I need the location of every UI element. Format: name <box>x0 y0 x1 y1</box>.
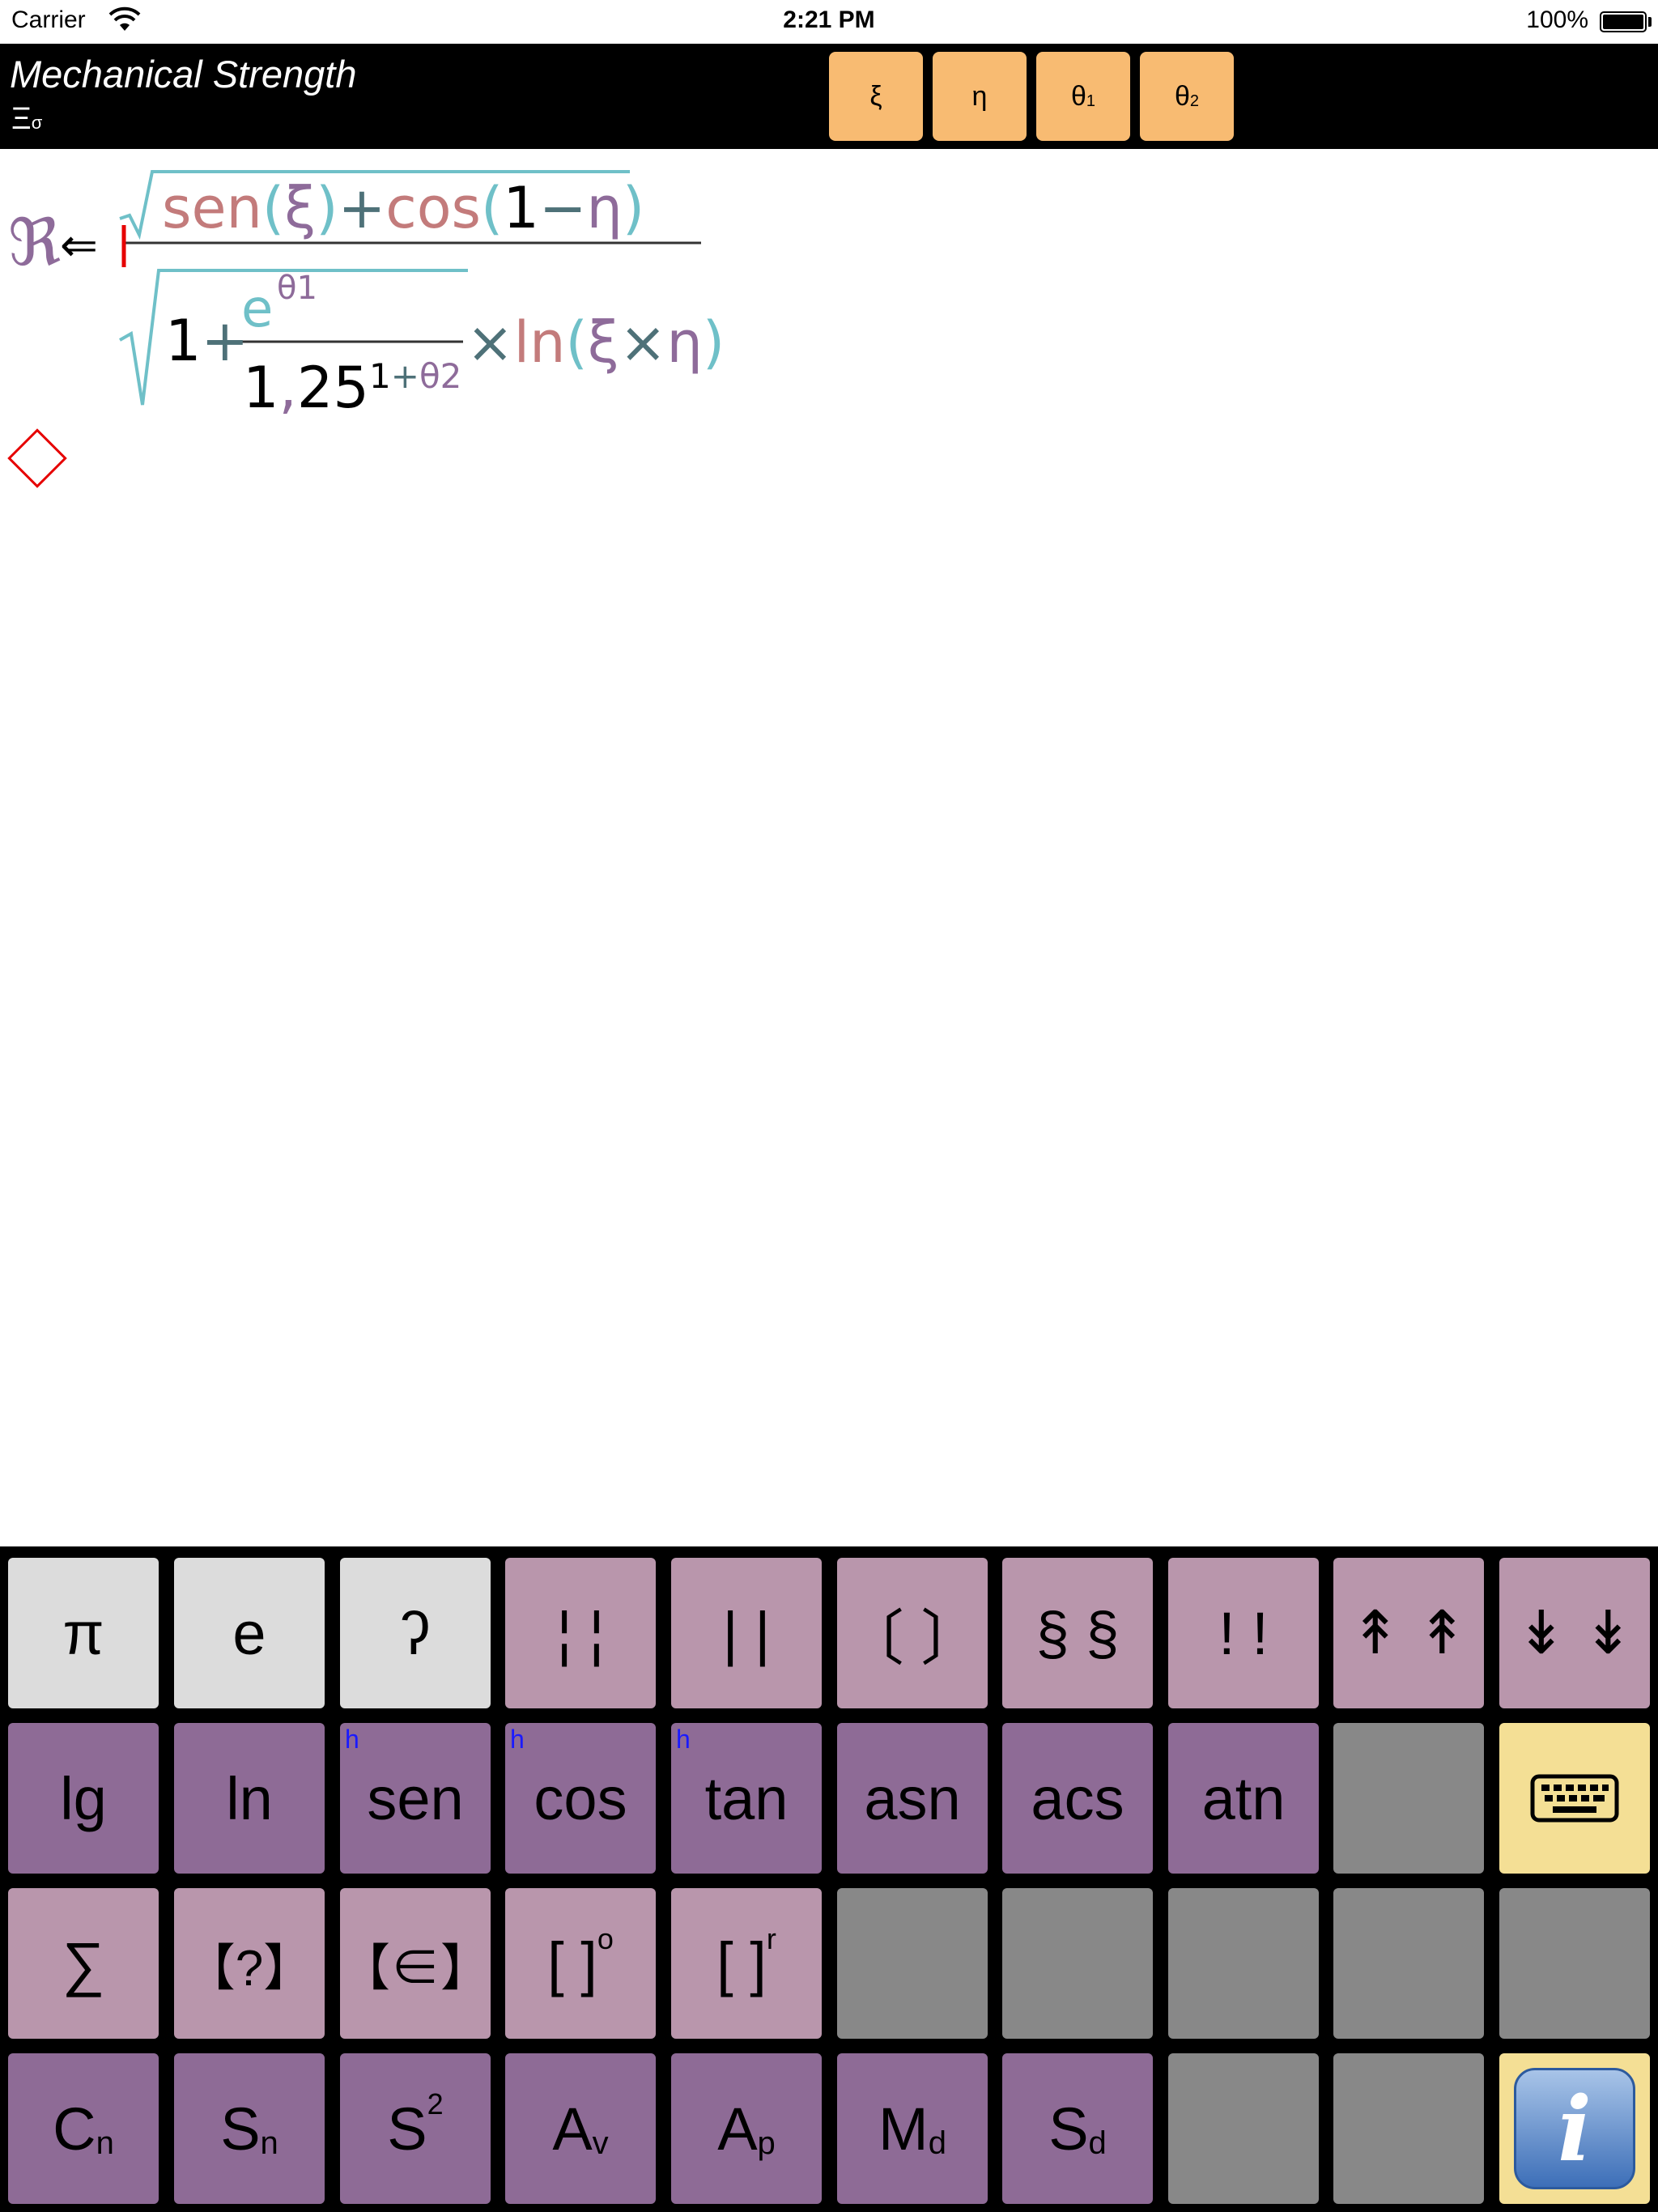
key-empty <box>1333 2053 1484 2204</box>
key-tortoise-brackets[interactable]: 〔 〕 <box>837 1558 988 1708</box>
key-cos[interactable]: h cos <box>505 1723 656 1874</box>
key-std-dev[interactable]: Sd <box>1002 2053 1153 2204</box>
key-empty <box>837 1888 988 2039</box>
app-title: Mechanical Strength <box>10 53 357 96</box>
key-info[interactable]: i <box>1499 2053 1650 2204</box>
key-tan[interactable]: h tan <box>671 1723 822 1874</box>
key-up-arrows[interactable]: ↟ ↟ <box>1333 1558 1484 1708</box>
key-median[interactable]: Md <box>837 2053 988 2204</box>
key-average[interactable]: Av <box>505 2053 656 2204</box>
formula-ln-term: ×ln(ξ×η) <box>466 309 725 376</box>
hyperbolic-mark: h <box>676 1725 691 1754</box>
key-pi[interactable]: π <box>8 1558 159 1708</box>
key-broken-bar[interactable]: ¦ ¦ <box>505 1558 656 1708</box>
formula-e: e <box>241 279 274 339</box>
formula-den-one: 1+ <box>165 308 249 374</box>
battery-tip <box>1648 17 1652 27</box>
keyboard-icon <box>1530 1774 1619 1823</box>
key-series-sum[interactable]: Sn <box>174 2053 325 2204</box>
key-empty <box>1168 1888 1319 2039</box>
key-query-bracket[interactable]: 【?】 <box>174 1888 325 2039</box>
key-factorial[interactable]: ! ! <box>1168 1558 1319 1708</box>
key-unknown[interactable]: ʔ <box>340 1558 491 1708</box>
key-radian-bracket[interactable]: [ ] r <box>671 1888 822 2039</box>
key-abs[interactable]: | | <box>671 1558 822 1708</box>
formula-base-exponent: 1+θ2 <box>369 356 462 396</box>
menu-button[interactable]: Ξσ <box>11 102 42 137</box>
variable-label: θ <box>1070 80 1086 112</box>
key-empty <box>1002 1888 1153 2039</box>
info-icon: i <box>1514 2068 1635 2189</box>
variable-label: ξ <box>869 80 882 112</box>
variable-button-eta[interactable]: η <box>933 52 1027 141</box>
hyperbolic-mark: h <box>345 1725 359 1754</box>
formula-lhs: ℜ <box>8 205 62 280</box>
key-acs[interactable]: acs <box>1002 1723 1153 1874</box>
key-combinations[interactable]: Cn <box>8 2053 159 2204</box>
key-asn[interactable]: asn <box>837 1723 988 1874</box>
key-empty <box>1333 1888 1484 2039</box>
battery-icon <box>1600 11 1647 32</box>
variable-sub: 2 <box>1189 91 1200 110</box>
clock: 2:21 PM <box>783 6 875 33</box>
menu-glyph-sub: σ <box>31 113 43 133</box>
key-empty <box>1499 1888 1650 2039</box>
formula-base: 1,25 <box>243 355 369 421</box>
variable-label: η <box>971 80 988 112</box>
variable-label: θ <box>1174 80 1190 112</box>
key-permutations[interactable]: Ap <box>671 2053 822 2204</box>
key-section[interactable]: § § <box>1002 1558 1153 1708</box>
key-e[interactable]: e <box>174 1558 325 1708</box>
header-bar: Mechanical Strength Ξσ ξ η θ1 θ2 <box>0 44 1658 149</box>
variable-sub: 1 <box>1086 91 1096 110</box>
variable-button-theta2[interactable]: θ2 <box>1140 52 1234 141</box>
status-bar: Carrier 2:21 PM 100% <box>0 0 1658 44</box>
key-variance[interactable]: S2 <box>340 2053 491 2204</box>
formula-arrow: ⇐ <box>60 219 98 272</box>
insertion-marker[interactable] <box>7 428 67 488</box>
key-ln[interactable]: ln <box>174 1723 325 1874</box>
formula-area[interactable]: ℜ ⇐ sen(ξ)+cos(1−η) 1+ e θ1 1,25 1+θ2 ×l… <box>0 154 729 429</box>
key-lg[interactable]: lg <box>8 1723 159 1874</box>
key-keyboard-toggle[interactable] <box>1499 1723 1650 1874</box>
key-sum[interactable]: ∑ <box>8 1888 159 2039</box>
hyperbolic-mark: h <box>510 1725 525 1754</box>
key-sen[interactable]: h sen <box>340 1723 491 1874</box>
variable-button-xi[interactable]: ξ <box>829 52 923 141</box>
formula-e-exponent: θ1 <box>277 270 317 307</box>
key-element-bracket[interactable]: 【∈】 <box>340 1888 491 2039</box>
key-empty <box>1168 2053 1319 2204</box>
battery-percentage: 100% <box>1526 6 1588 33</box>
key-down-arrows[interactable]: ↡ ↡ <box>1499 1558 1650 1708</box>
menu-glyph: Ξ <box>11 102 32 136</box>
key-empty <box>1333 1723 1484 1874</box>
variable-button-theta1[interactable]: θ1 <box>1036 52 1130 141</box>
key-atn[interactable]: atn <box>1168 1723 1319 1874</box>
math-keyboard: π e ʔ ¦ ¦ | | 〔 〕 § § ! ! ↟ ↟ ↡ ↡ lg ln … <box>0 1546 1658 2212</box>
formula-numerator: sen(ξ)+cos(1−η) <box>162 175 645 241</box>
key-degree-bracket[interactable]: [ ] o <box>505 1888 656 2039</box>
